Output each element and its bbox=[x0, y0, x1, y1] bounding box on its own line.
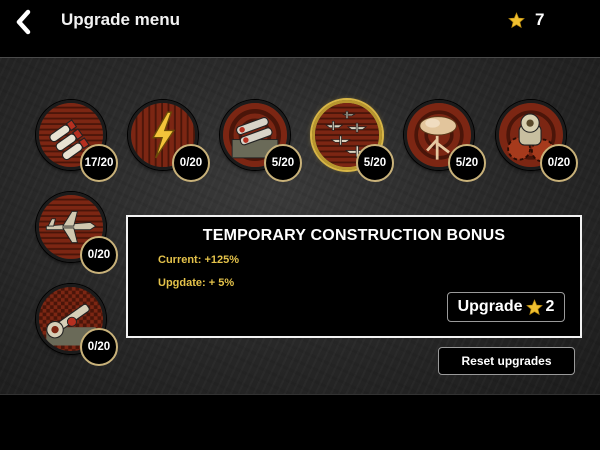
upgrade-level-badge: 0/20 bbox=[80, 236, 118, 274]
upgrade-slot-construction[interactable]: 0/20 bbox=[36, 284, 120, 368]
upgrade-slot-ammo[interactable]: 17/20 bbox=[36, 100, 120, 184]
star-icon bbox=[508, 11, 525, 28]
star-balance: 7 bbox=[508, 10, 544, 30]
back-button[interactable] bbox=[10, 7, 36, 37]
upgrade-slot-rockets[interactable]: 5/20 bbox=[220, 100, 304, 184]
upgrade-slot-turret[interactable]: 0/20 bbox=[496, 100, 580, 184]
upgrade-level-badge: 5/20 bbox=[264, 144, 302, 182]
upgrade-level-badge: 5/20 bbox=[356, 144, 394, 182]
upgrade-level-badge: 5/20 bbox=[448, 144, 486, 182]
star-count: 7 bbox=[535, 10, 545, 29]
upgrade-level-badge: 0/20 bbox=[80, 328, 118, 366]
reset-upgrades-button[interactable]: Reset upgrades bbox=[438, 347, 575, 375]
star-icon bbox=[525, 298, 543, 315]
chevron-left-icon bbox=[16, 9, 31, 35]
upgrade-level-badge: 0/20 bbox=[172, 144, 210, 182]
upgrade-level-badge: 0/20 bbox=[540, 144, 578, 182]
upgrade-button[interactable]: Upgrade 2 bbox=[447, 292, 565, 322]
current-bonus: Current: +125% bbox=[158, 254, 240, 266]
upgrade-slot-aircraft[interactable]: 5/20 bbox=[312, 100, 396, 184]
upgrade-level-badge: 17/20 bbox=[80, 144, 118, 182]
upgrade-slot-fighter[interactable]: 0/20 bbox=[36, 192, 120, 276]
next-bonus: Upgdate: + 5% bbox=[158, 277, 235, 289]
upgrade-slot-explosion[interactable]: 5/20 bbox=[404, 100, 488, 184]
page-title: Upgrade menu bbox=[61, 10, 181, 29]
upgrade-button-label: Upgrade bbox=[457, 298, 523, 315]
upgrade-cost: 2 bbox=[545, 298, 555, 315]
upgrade-slot-power[interactable]: 0/20 bbox=[128, 100, 212, 184]
bottom-bar bbox=[0, 396, 600, 450]
upgrade-title: TEMPORARY CONSTRUCTION BONUS bbox=[202, 227, 506, 244]
top-bar: Upgrade menu 7 bbox=[0, 0, 600, 46]
